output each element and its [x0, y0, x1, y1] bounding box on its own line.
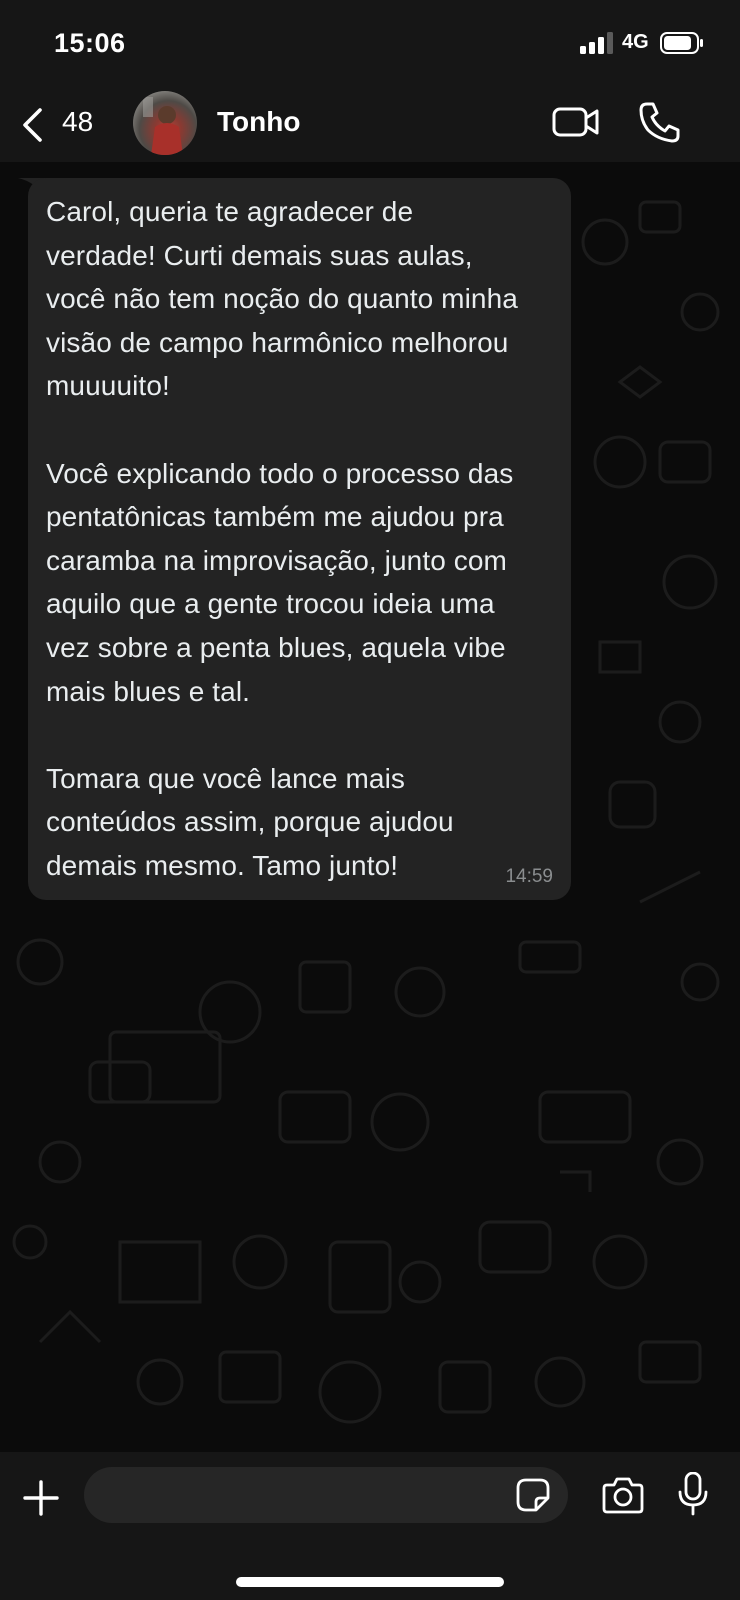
incoming-message-bubble[interactable]: Carol, queria te agradecer de verdade! C… [28, 178, 571, 900]
status-time: 15:06 [54, 28, 126, 58]
chevron-left-icon[interactable] [20, 106, 46, 144]
video-camera-icon[interactable] [552, 104, 600, 140]
unread-count[interactable]: 48 [62, 106, 93, 138]
contact-name[interactable]: Tonho [217, 106, 300, 138]
signal-strength-icon [580, 32, 613, 54]
sticker-icon[interactable] [516, 1478, 550, 1512]
network-type: 4G [622, 31, 649, 53]
home-indicator[interactable] [236, 1577, 504, 1587]
battery-icon [660, 32, 703, 54]
avatar-photo [143, 97, 183, 155]
microphone-icon[interactable] [678, 1472, 708, 1516]
chat-header: 48 Tonho [0, 90, 740, 162]
message-text: Carol, queria te agradecer de verdade! C… [46, 196, 518, 881]
message-input[interactable] [84, 1467, 568, 1523]
contact-avatar[interactable] [133, 91, 197, 155]
phone-icon[interactable] [638, 100, 682, 144]
status-bar: 15:06 4G [0, 0, 740, 90]
camera-icon[interactable] [602, 1476, 644, 1514]
plus-icon[interactable] [22, 1479, 60, 1517]
message-timestamp: 14:59 [505, 866, 553, 887]
message-input-bar [0, 1452, 740, 1600]
